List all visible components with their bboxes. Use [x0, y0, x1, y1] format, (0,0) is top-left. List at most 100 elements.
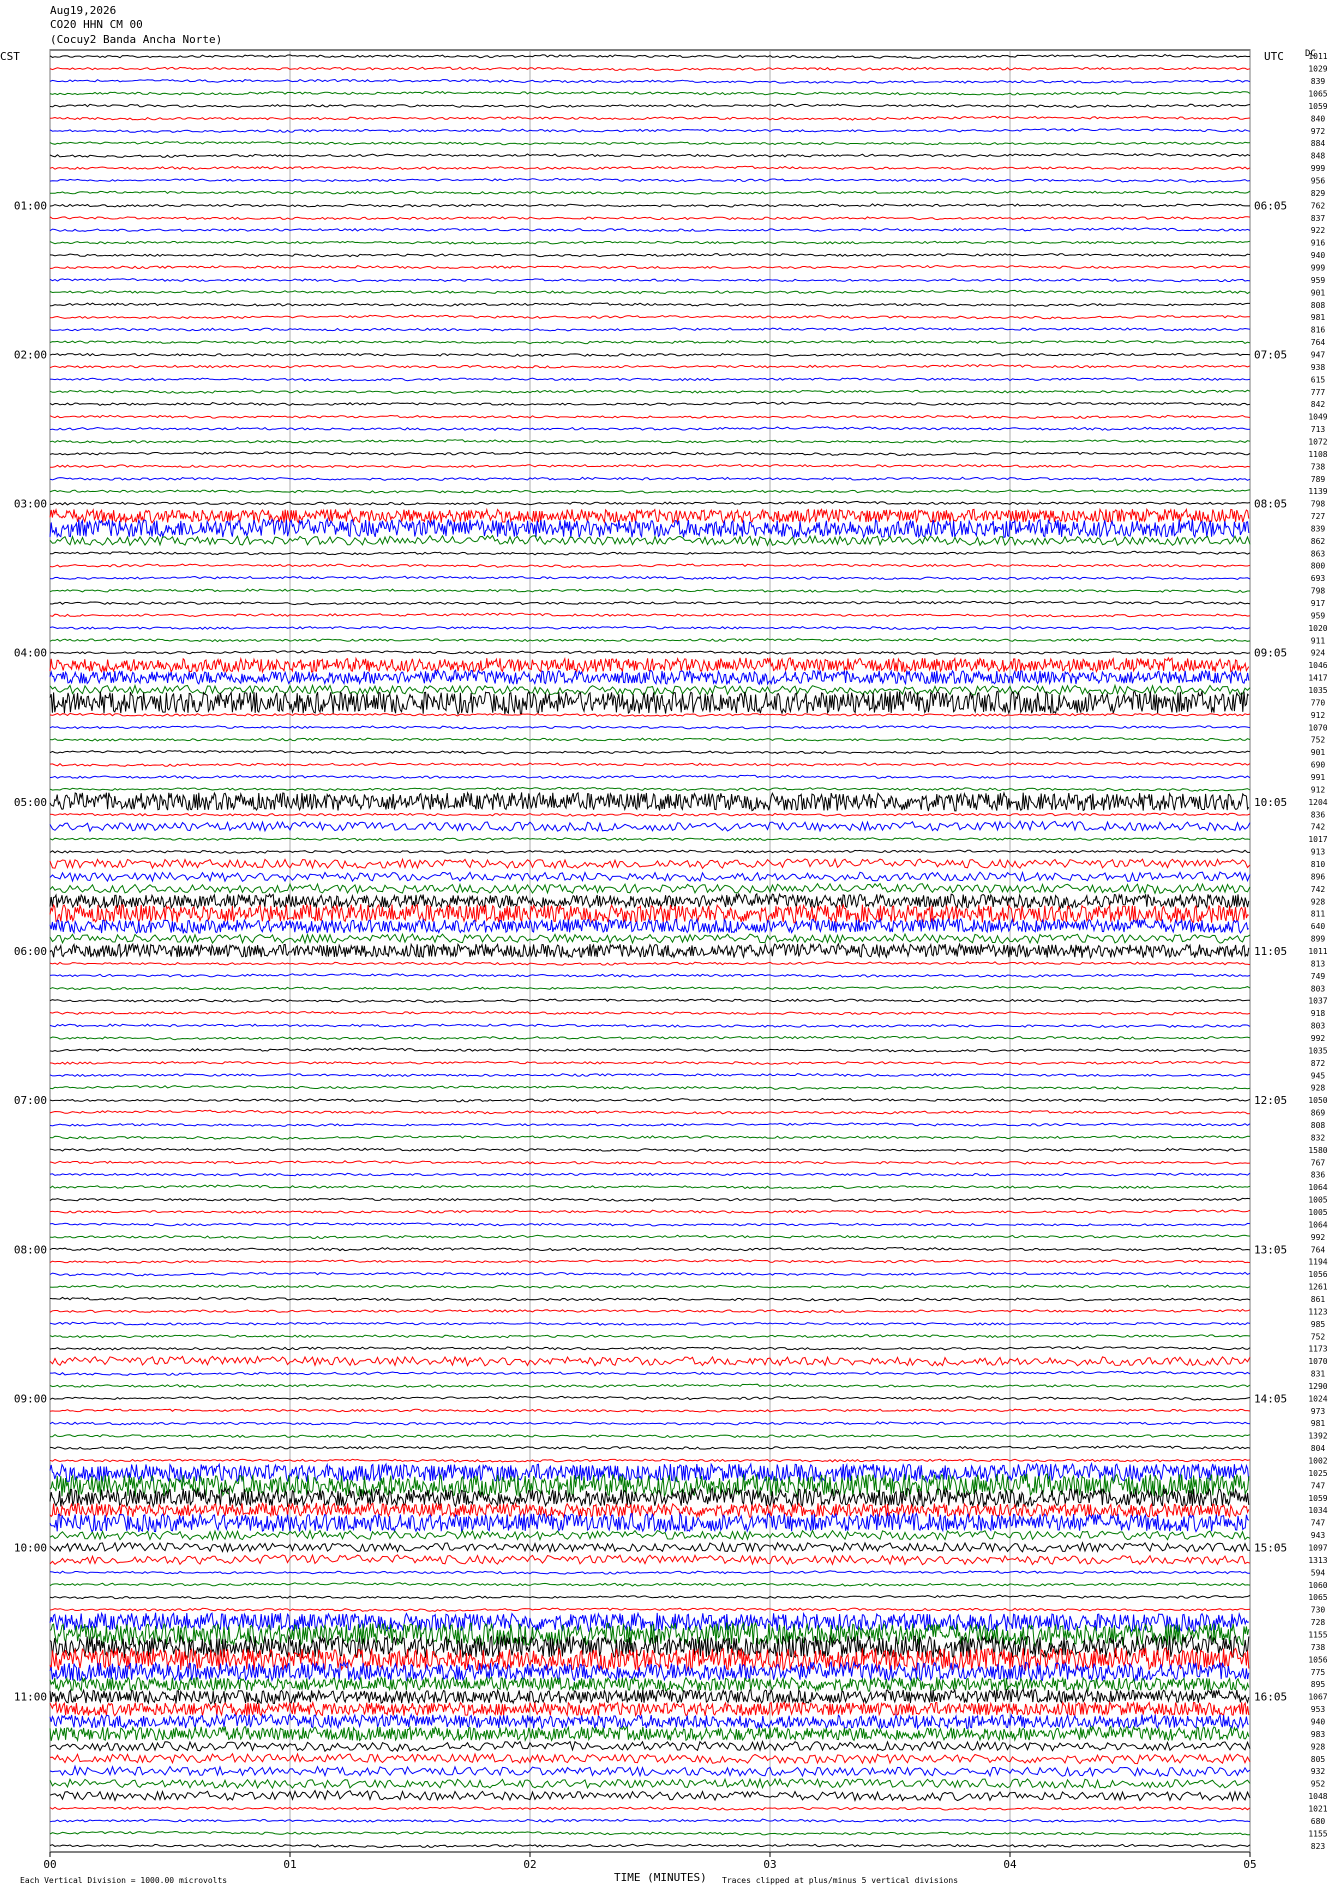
- row-value-label: 742: [1311, 885, 1326, 894]
- trace-row: [49, 165, 1251, 171]
- trace-row: [49, 774, 1251, 780]
- row-value-label: 1123: [1308, 1307, 1327, 1316]
- trace-row: [49, 488, 1251, 494]
- trace-row: [49, 588, 1250, 593]
- row-value-label: 924: [1311, 649, 1326, 658]
- row-value-label: 839: [1311, 77, 1326, 86]
- right-hour-label: 06:05: [1254, 199, 1287, 212]
- trace-row: [49, 712, 1251, 717]
- row-value-label: 803: [1311, 1022, 1326, 1031]
- trace-row: [50, 1370, 1251, 1376]
- row-value-label: 1155: [1308, 1829, 1327, 1838]
- trace-row: [49, 942, 1250, 960]
- row-value-label: 1035: [1308, 1046, 1327, 1055]
- row-value-label: 863: [1311, 549, 1326, 558]
- trace-row: [49, 517, 1250, 540]
- row-value-label: 1204: [1308, 798, 1327, 807]
- trace-row: [49, 1486, 1250, 1509]
- trace-row: [49, 314, 1250, 320]
- trace-row: [49, 339, 1251, 345]
- left-hour-label: 01:00: [14, 199, 47, 212]
- row-value-label: 615: [1311, 375, 1326, 384]
- trace-row: [49, 1296, 1251, 1302]
- right-hour-label: 11:05: [1254, 945, 1287, 958]
- trace-row: [49, 1097, 1251, 1103]
- trace-row: [49, 1035, 1251, 1041]
- trace-row: [49, 917, 1250, 935]
- row-value-label: 762: [1311, 201, 1326, 210]
- trace-row: [49, 177, 1251, 183]
- x-axis-title: TIME (MINUTES): [614, 1871, 707, 1884]
- trace-row: [49, 812, 1251, 817]
- trace-row: [49, 1458, 1251, 1463]
- row-value-label: 1020: [1308, 624, 1327, 633]
- trace-row: [49, 289, 1251, 295]
- trace-row: [49, 66, 1251, 71]
- row-value-label: 938: [1311, 363, 1326, 372]
- row-value-label: 848: [1311, 152, 1326, 161]
- row-value-label: 1029: [1308, 65, 1327, 74]
- row-value-label: 789: [1311, 475, 1326, 484]
- trace-row: [49, 1712, 1249, 1731]
- trace-row: [49, 1806, 1251, 1811]
- row-value-label: 738: [1311, 1643, 1326, 1652]
- trace-row: [49, 882, 1251, 895]
- row-value-label: 1064: [1308, 1183, 1327, 1192]
- row-value-label: 836: [1311, 1171, 1326, 1180]
- trace-row: [49, 786, 1251, 792]
- trace-row: [49, 227, 1251, 232]
- row-value-label: 913: [1311, 848, 1326, 857]
- trace-row: [49, 750, 1251, 755]
- row-value-label: 1005: [1308, 1208, 1327, 1217]
- trace-row: [49, 1445, 1251, 1450]
- row-value-label: 1059: [1308, 102, 1327, 111]
- row-value-label: 1290: [1308, 1382, 1327, 1391]
- trace-row: [49, 476, 1251, 481]
- row-value-label: 899: [1311, 935, 1326, 944]
- row-value-label: 1194: [1308, 1258, 1327, 1267]
- row-value-label: 777: [1311, 388, 1326, 397]
- row-value-label: 747: [1311, 1519, 1326, 1528]
- row-value-label: 1072: [1308, 437, 1327, 446]
- row-value-label: 912: [1311, 711, 1326, 720]
- row-value-label: 945: [1311, 1071, 1326, 1080]
- trace-row: [49, 892, 1250, 910]
- row-value-label: 1173: [1308, 1345, 1327, 1354]
- trace-row: [49, 1060, 1251, 1065]
- trace-row: [49, 870, 1251, 883]
- row-value-label: 1097: [1308, 1544, 1327, 1553]
- row-value-label: 991: [1311, 773, 1326, 782]
- trace-row: [49, 932, 1251, 945]
- trace-row: [49, 389, 1251, 394]
- row-value-label: 742: [1311, 823, 1326, 832]
- row-value-label: 594: [1311, 1568, 1326, 1577]
- trace-row: [49, 507, 1250, 525]
- trace-row: [49, 857, 1251, 870]
- row-value-label: 917: [1311, 599, 1326, 608]
- trace-row: [49, 1594, 1251, 1600]
- row-value-label: 823: [1311, 1842, 1326, 1851]
- row-value-label: 940: [1311, 251, 1326, 260]
- row-value-label: 832: [1311, 1133, 1326, 1142]
- trace-row: [49, 1725, 1250, 1743]
- trace-row: [49, 1383, 1251, 1388]
- row-value-label: 813: [1311, 959, 1326, 968]
- row-value-label: 798: [1311, 587, 1326, 596]
- trace-row: [49, 1675, 1250, 1694]
- row-value-label: 999: [1311, 263, 1326, 272]
- x-tick-label: 00: [43, 1858, 56, 1871]
- trace-row: [49, 903, 1249, 924]
- row-value-label: 928: [1311, 1742, 1326, 1751]
- right-hour-label: 16:05: [1254, 1691, 1287, 1704]
- trace-row: [49, 1284, 1251, 1289]
- trace-row: [50, 575, 1251, 581]
- trace-row: [49, 364, 1251, 369]
- trace-row: [49, 53, 1251, 59]
- right-hour-label: 14:05: [1254, 1392, 1287, 1405]
- trace-row: [49, 1010, 1251, 1016]
- row-value-label: 928: [1311, 897, 1326, 906]
- left-hour-label: 11:00: [14, 1691, 47, 1704]
- trace-row: [49, 563, 1251, 568]
- row-value-label: 896: [1311, 872, 1326, 881]
- trace-row: [49, 1764, 1251, 1778]
